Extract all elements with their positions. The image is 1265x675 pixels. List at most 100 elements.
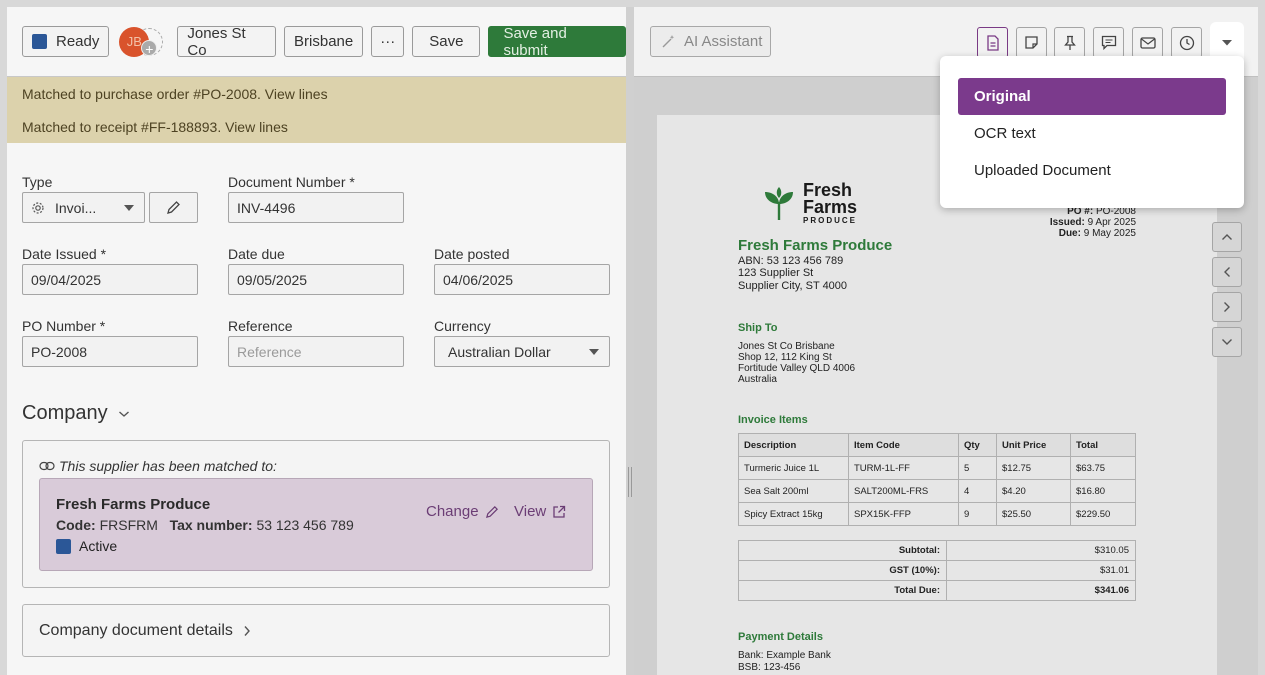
bank-line: Bank: Example Bank — [738, 650, 831, 661]
chevron-left-icon — [1224, 267, 1230, 277]
first-page-button[interactable] — [1212, 222, 1242, 252]
view-supplier-link[interactable]: View — [514, 503, 566, 520]
clock-icon — [1179, 35, 1194, 50]
table-row: Turmeric Juice 1L TURM-1L-FF 5 $12.75 $6… — [738, 456, 1136, 480]
table-cell: $25.50 — [996, 502, 1071, 526]
note-button[interactable] — [1016, 27, 1047, 58]
vendor-block: Fresh Farms Produce ABN: 53 123 456 789 … — [738, 238, 892, 292]
chevron-down-icon — [124, 205, 134, 211]
table-cell: $4.20 — [996, 479, 1071, 503]
doc-number-label: Document Number * — [228, 174, 355, 190]
totals-table: Subtotal: $310.05 GST (10%): $31.01 Total … — [738, 540, 1136, 601]
ship-line: Australia — [738, 374, 777, 385]
more-options-button[interactable]: ··· — [371, 26, 405, 57]
status-button[interactable]: Ready — [22, 26, 110, 57]
supplier-name: Fresh Farms Produce — [56, 496, 211, 513]
location-chip[interactable]: Brisbane — [284, 26, 364, 57]
reference-label: Reference — [228, 318, 293, 334]
total-row: Total Due: $341.06 — [738, 580, 1136, 601]
date-issued-field[interactable]: 09/04/2025 — [22, 264, 198, 295]
menu-item-ocr-text[interactable]: OCR text — [958, 115, 1226, 152]
vendor-address-1: 123 Supplier St — [738, 267, 814, 279]
panel-resize-handle[interactable] — [626, 7, 634, 675]
previous-page-button[interactable] — [1212, 257, 1242, 287]
more-icon: ··· — [380, 33, 396, 50]
document-view-button[interactable] — [977, 27, 1008, 58]
pin-icon — [1063, 35, 1076, 50]
next-page-button[interactable] — [1212, 292, 1242, 322]
column-header: Unit Price — [996, 433, 1071, 457]
save-button[interactable]: Save — [412, 26, 481, 57]
date-posted-label: Date posted — [434, 246, 510, 262]
table-cell: SALT200ML-FRS — [848, 479, 959, 503]
ship-line: Fortitude Valley QLD 4006 — [738, 363, 856, 374]
matched-note-text: This supplier has been matched to: — [59, 458, 277, 474]
table-cell: $229.50 — [1070, 502, 1136, 526]
ai-assistant-button[interactable]: AI Assistant — [650, 26, 771, 57]
chevron-up-icon — [1222, 234, 1232, 240]
company-document-details[interactable]: Company document details — [22, 604, 610, 657]
chevron-down-icon — [118, 410, 129, 417]
table-cell: $12.75 — [996, 456, 1071, 480]
table-cell: 4 — [958, 479, 997, 503]
doc-details-label: Company document details — [39, 621, 233, 639]
company-chip[interactable]: Jones St Co — [177, 25, 277, 59]
reference-field[interactable]: Reference — [228, 336, 404, 367]
link-icon — [39, 461, 55, 471]
history-button[interactable] — [1171, 27, 1202, 58]
save-and-submit-button[interactable]: Save and submit — [488, 25, 626, 59]
chevron-down-icon — [1222, 39, 1232, 45]
status-indicator — [32, 34, 47, 49]
currency-label: Currency — [434, 318, 491, 334]
items-heading: Invoice Items — [738, 414, 808, 426]
po-match-notice[interactable]: Matched to purchase order #PO-2008. View… — [22, 85, 611, 118]
receipt-match-notice[interactable]: Matched to receipt #FF-188893. View line… — [22, 118, 611, 151]
supplier-card: Fresh Farms Produce Code: FRSFRM Tax num… — [39, 478, 593, 571]
menu-item-original[interactable]: Original — [958, 78, 1226, 115]
company-section-toggle[interactable]: Company — [22, 402, 130, 425]
magic-wand-icon — [662, 35, 675, 48]
view-mode-menu: Original OCR text Uploaded Document — [940, 56, 1244, 208]
code-label: Code: — [56, 517, 96, 533]
due-value: 9 May 2025 — [1083, 228, 1136, 239]
add-icon[interactable]: + — [141, 39, 158, 57]
po-number-field[interactable]: PO-2008 — [22, 336, 198, 367]
doc-number-field[interactable]: INV-4496 — [228, 192, 404, 223]
issued-value: 9 Apr 2025 — [1087, 217, 1136, 228]
grip-icon — [628, 467, 632, 497]
last-page-button[interactable] — [1212, 327, 1242, 357]
subtotal-label: Subtotal: — [738, 540, 947, 561]
date-due-field[interactable]: 09/05/2025 — [228, 264, 404, 295]
comments-button[interactable] — [1093, 27, 1124, 58]
edit-type-button[interactable] — [149, 192, 198, 223]
supplier-codes: Code: FRSFRM Tax number: 53 123 456 789 — [56, 517, 354, 533]
type-select[interactable]: Invoi... — [22, 192, 145, 223]
type-value: Invoi... — [55, 199, 97, 216]
due-label: Due: — [1058, 228, 1081, 239]
ship-line: Jones St Co Brisbane — [738, 341, 835, 352]
pin-button[interactable] — [1054, 27, 1085, 58]
matched-note: This supplier has been matched to: — [39, 458, 277, 474]
table-cell: Sea Salt 200ml — [738, 479, 849, 503]
po-number-label: PO Number * — [22, 318, 106, 334]
tax-value: 53 123 456 789 — [256, 517, 354, 533]
table-cell: $16.80 — [1070, 479, 1136, 503]
assignees[interactable]: JB + — [119, 26, 164, 57]
date-posted-field[interactable]: 04/06/2025 — [434, 264, 610, 295]
gst-row: GST (10%): $31.01 — [738, 560, 1136, 581]
match-notices: Matched to purchase order #PO-2008. View… — [7, 77, 626, 143]
ship-to-block: Jones St Co Brisbane Shop 12, 112 King S… — [738, 341, 855, 385]
change-supplier-link[interactable]: Change — [426, 503, 499, 520]
company-match-box: This supplier has been matched to: Fresh… — [22, 440, 610, 588]
email-button[interactable] — [1132, 27, 1163, 58]
status-text: Active — [79, 538, 118, 554]
column-header: Item Code — [848, 433, 959, 457]
menu-item-uploaded-document[interactable]: Uploaded Document — [958, 152, 1226, 189]
table-cell: Spicy Extract 15kg — [738, 502, 849, 526]
chevron-right-icon — [244, 625, 250, 636]
currency-select[interactable]: Australian Dollar — [434, 336, 610, 367]
action-toolbar: Ready JB + Jones St Co Brisbane ··· Save… — [7, 7, 626, 77]
date-issued-label: Date Issued * — [22, 246, 107, 262]
chevron-down-icon — [589, 349, 599, 355]
active-indicator — [56, 538, 71, 554]
